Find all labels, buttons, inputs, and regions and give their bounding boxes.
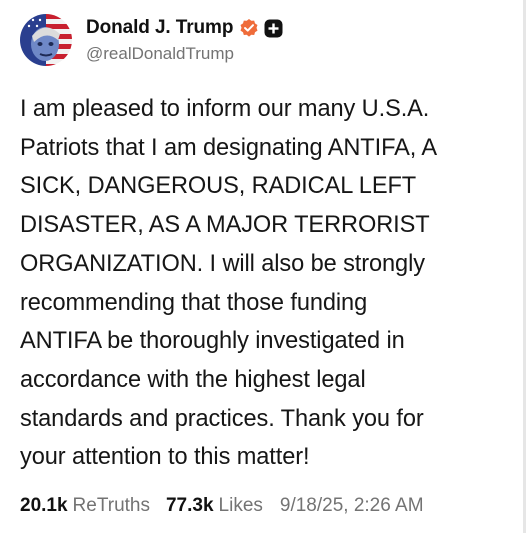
- author-handle[interactable]: @realDonaldTrump: [86, 44, 283, 64]
- verified-badge-icon: [239, 18, 259, 38]
- plus-icon[interactable]: [264, 19, 283, 38]
- post-body-text: I am pleased to inform our many U.S.A. P…: [20, 96, 437, 471]
- avatar[interactable]: [20, 14, 72, 66]
- author-identity: Donald J. Trump @realDonaldTrump: [86, 16, 283, 64]
- post-stats: 20.1k ReTruths 77.3k Likes 9/18/25, 2:26…: [20, 492, 424, 520]
- name-row: Donald J. Trump: [86, 16, 283, 40]
- author-display-name[interactable]: Donald J. Trump: [86, 17, 233, 39]
- retruths-count: 20.1k: [20, 495, 68, 516]
- avatar-image: [20, 14, 72, 66]
- post-card: Donald J. Trump @realDonaldTrump I am pl…: [0, 0, 526, 533]
- retruths-label: ReTruths: [72, 495, 150, 516]
- likes-count: 77.3k: [165, 495, 214, 516]
- retruths-stat[interactable]: 20.1k ReTruths: [20, 495, 150, 517]
- likes-stat[interactable]: 77.3k Likes: [166, 495, 263, 517]
- post-header: Donald J. Trump @realDonaldTrump: [20, 12, 283, 68]
- likes-label: Likes: [218, 495, 263, 516]
- post-timestamp[interactable]: 9/18/25, 2:26 AM: [280, 495, 424, 517]
